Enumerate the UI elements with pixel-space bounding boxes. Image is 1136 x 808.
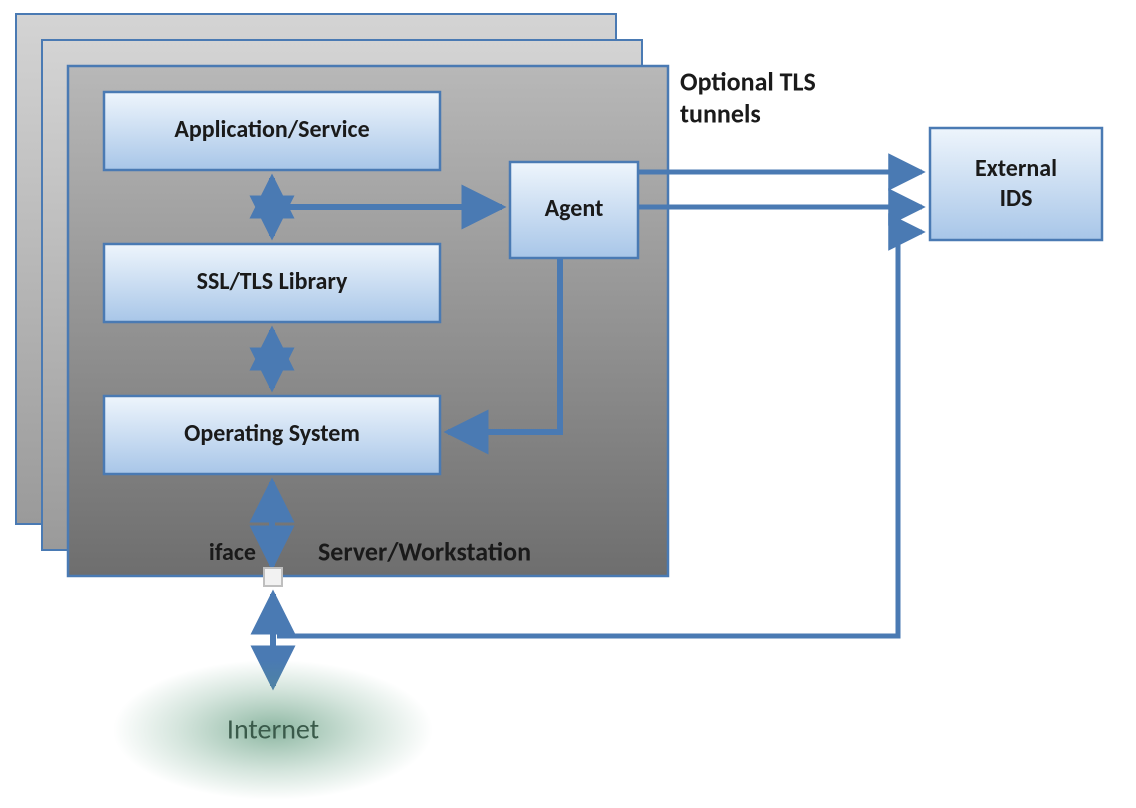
operating-system-label: Operating System (184, 419, 360, 448)
architecture-diagram: Application/Service SSL/TLS Library Oper… (0, 0, 1136, 808)
internet-label: Internet (227, 712, 319, 747)
external-ids-label-1: External (975, 154, 1057, 183)
iface-marker (264, 568, 282, 586)
optional-tls-label-2: tunnels (680, 97, 761, 129)
iface-label: iface (209, 538, 256, 567)
server-workstation-label: Server/Workstation (318, 535, 531, 567)
external-ids-label-2: IDS (1000, 184, 1033, 213)
application-service-label: Application/Service (174, 115, 369, 144)
optional-tls-label-1: Optional TLS (680, 65, 816, 97)
agent-label: Agent (545, 194, 604, 223)
ssl-tls-label: SSL/TLS Library (197, 267, 348, 296)
